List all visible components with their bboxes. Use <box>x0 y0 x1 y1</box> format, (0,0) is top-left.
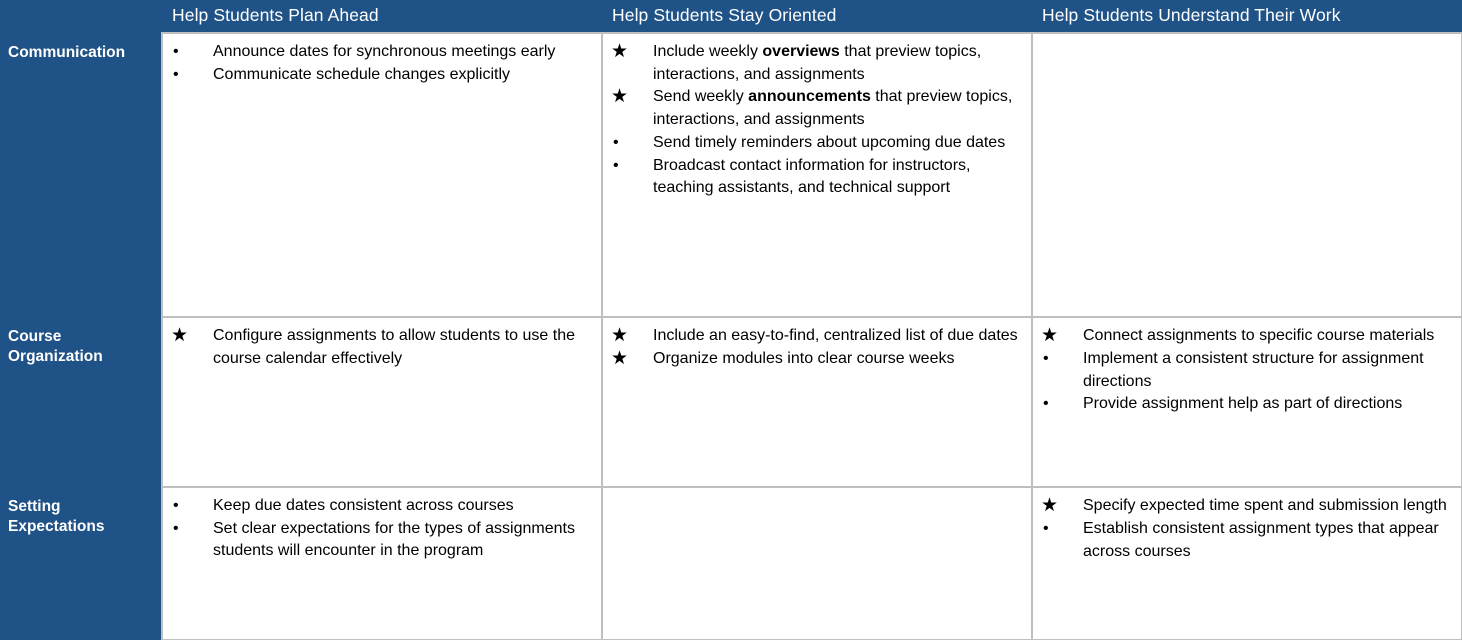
matrix-cell <box>601 486 1033 640</box>
table-header-row: Help Students Plan Ahead Help Students S… <box>0 0 1462 33</box>
list-item: • Set clear expectations for the types of… <box>167 518 595 563</box>
list-item-text: Announce dates for synchronous meetings … <box>213 43 556 60</box>
bullet-icon: • <box>1043 349 1049 367</box>
bullet-icon: • <box>613 133 619 151</box>
table-row: Communication • Announce dates for synchro… <box>0 32 1462 318</box>
row-label-communication: Communication <box>0 33 162 317</box>
table-row: Setting Expectations • Keep due dates cons… <box>0 486 1462 640</box>
matrix-cell <box>1031 32 1462 318</box>
list-item-text: Set clear expectations for the types of … <box>213 519 575 560</box>
list-item-text: Keep due dates consistent across courses <box>213 497 514 514</box>
matrix-cell: ★ Specify expected time spent and submiss… <box>1031 486 1462 640</box>
star-icon: ★ <box>1041 325 1059 346</box>
strategies-matrix-table: Help Students Plan Ahead Help Students S… <box>0 0 1462 640</box>
list-item: ★ Send weekly announcements that preview … <box>607 86 1025 131</box>
list-item-text: Implement a consistent structure for ass… <box>1083 349 1424 390</box>
list-item-text: Configure assignments to allow students … <box>213 327 575 367</box>
bullet-icon: • <box>173 519 179 537</box>
list-item: • Establish consistent assignment types t… <box>1037 518 1455 563</box>
strategy-list: • Announce dates for synchronous meetings… <box>167 41 595 86</box>
table-body: Communication • Announce dates for synchro… <box>0 32 1462 640</box>
table-row: Course Organization ★ Configure assignment… <box>0 316 1462 488</box>
strategy-list: ★ Include weekly overviews that preview t… <box>607 41 1025 200</box>
table-corner-cell <box>0 0 162 33</box>
bullet-icon: • <box>1043 519 1049 537</box>
list-item-text: Specify expected time spent and submissi… <box>1083 497 1447 514</box>
bullet-icon: • <box>173 65 179 83</box>
list-item: • Provide assignment help as part of dire… <box>1037 393 1455 416</box>
list-item: • Implement a consistent structure for as… <box>1037 348 1455 393</box>
column-header-plan-ahead: Help Students Plan Ahead <box>162 0 602 33</box>
strategy-list: ★ Include an easy-to-find, centralized li… <box>607 325 1025 371</box>
strategy-list: ★ Specify expected time spent and submiss… <box>1037 495 1455 563</box>
list-item-text: Broadcast contact information for instru… <box>653 156 971 197</box>
column-header-stay-oriented: Help Students Stay Oriented <box>602 0 1032 33</box>
star-icon: ★ <box>1041 495 1059 516</box>
list-item-text: Send weekly announcements that preview t… <box>653 88 1013 129</box>
list-item: • Communicate schedule changes explicitly <box>167 64 595 87</box>
bullet-icon: • <box>173 43 179 60</box>
list-item-text: Provide assignment help as part of direc… <box>1083 395 1403 413</box>
bullet-icon: • <box>173 497 179 514</box>
list-item: ★ Include weekly overviews that preview t… <box>607 41 1025 86</box>
star-icon: ★ <box>611 41 629 62</box>
star-icon: ★ <box>611 86 629 108</box>
list-item-text: Include weekly overviews that preview to… <box>653 43 982 83</box>
strategy-list: • Keep due dates consistent across course… <box>167 495 595 563</box>
list-item-text: Connect assignments to specific course m… <box>1083 327 1435 344</box>
list-item: • Announce dates for synchronous meetings… <box>167 41 595 64</box>
list-item-text: Send timely reminders about upcoming due… <box>653 133 1006 151</box>
row-label-course-organization: Course Organization <box>0 317 162 487</box>
list-item: ★ Connect assignments to specific course … <box>1037 325 1455 348</box>
matrix-cell: ★ Configure assignments to allow students… <box>161 316 603 488</box>
list-item: • Broadcast contact information for instr… <box>607 155 1025 200</box>
matrix-cell: • Announce dates for synchronous meetings… <box>161 32 603 318</box>
star-icon: ★ <box>611 325 629 346</box>
list-item-text: Communicate schedule changes explicitly <box>213 65 511 83</box>
matrix-cell: ★ Include an easy-to-find, centralized li… <box>601 316 1033 488</box>
list-item: ★ Organize modules into clear course week… <box>607 348 1025 371</box>
star-icon: ★ <box>611 347 629 369</box>
matrix-cell: ★ Include weekly overviews that preview t… <box>601 32 1033 318</box>
list-item: ★ Include an easy-to-find, centralized li… <box>607 325 1025 348</box>
bullet-icon: • <box>1043 395 1049 413</box>
matrix-cell: ★ Connect assignments to specific course … <box>1031 316 1462 488</box>
strategy-list: ★ Connect assignments to specific course … <box>1037 325 1455 416</box>
row-label-setting-expectations: Setting Expectations <box>0 487 162 640</box>
list-item-text: Establish consistent assignment types th… <box>1083 519 1439 560</box>
column-header-understand-work: Help Students Understand Their Work <box>1032 0 1462 33</box>
list-item: • Send timely reminders about upcoming du… <box>607 132 1025 155</box>
list-item: • Keep due dates consistent across course… <box>167 495 595 518</box>
bullet-icon: • <box>613 156 619 174</box>
list-item: ★ Configure assignments to allow students… <box>167 325 595 370</box>
strategy-list: ★ Configure assignments to allow students… <box>167 325 595 370</box>
list-item: ★ Specify expected time spent and submiss… <box>1037 495 1455 518</box>
list-item-text: Organize modules into clear course weeks <box>653 349 955 367</box>
slide-canvas: Help Students Plan Ahead Help Students S… <box>0 0 1462 640</box>
star-icon: ★ <box>171 325 189 346</box>
list-item-text: Include an easy-to-find, centralized lis… <box>653 327 1018 344</box>
matrix-cell: • Keep due dates consistent across course… <box>161 486 603 640</box>
